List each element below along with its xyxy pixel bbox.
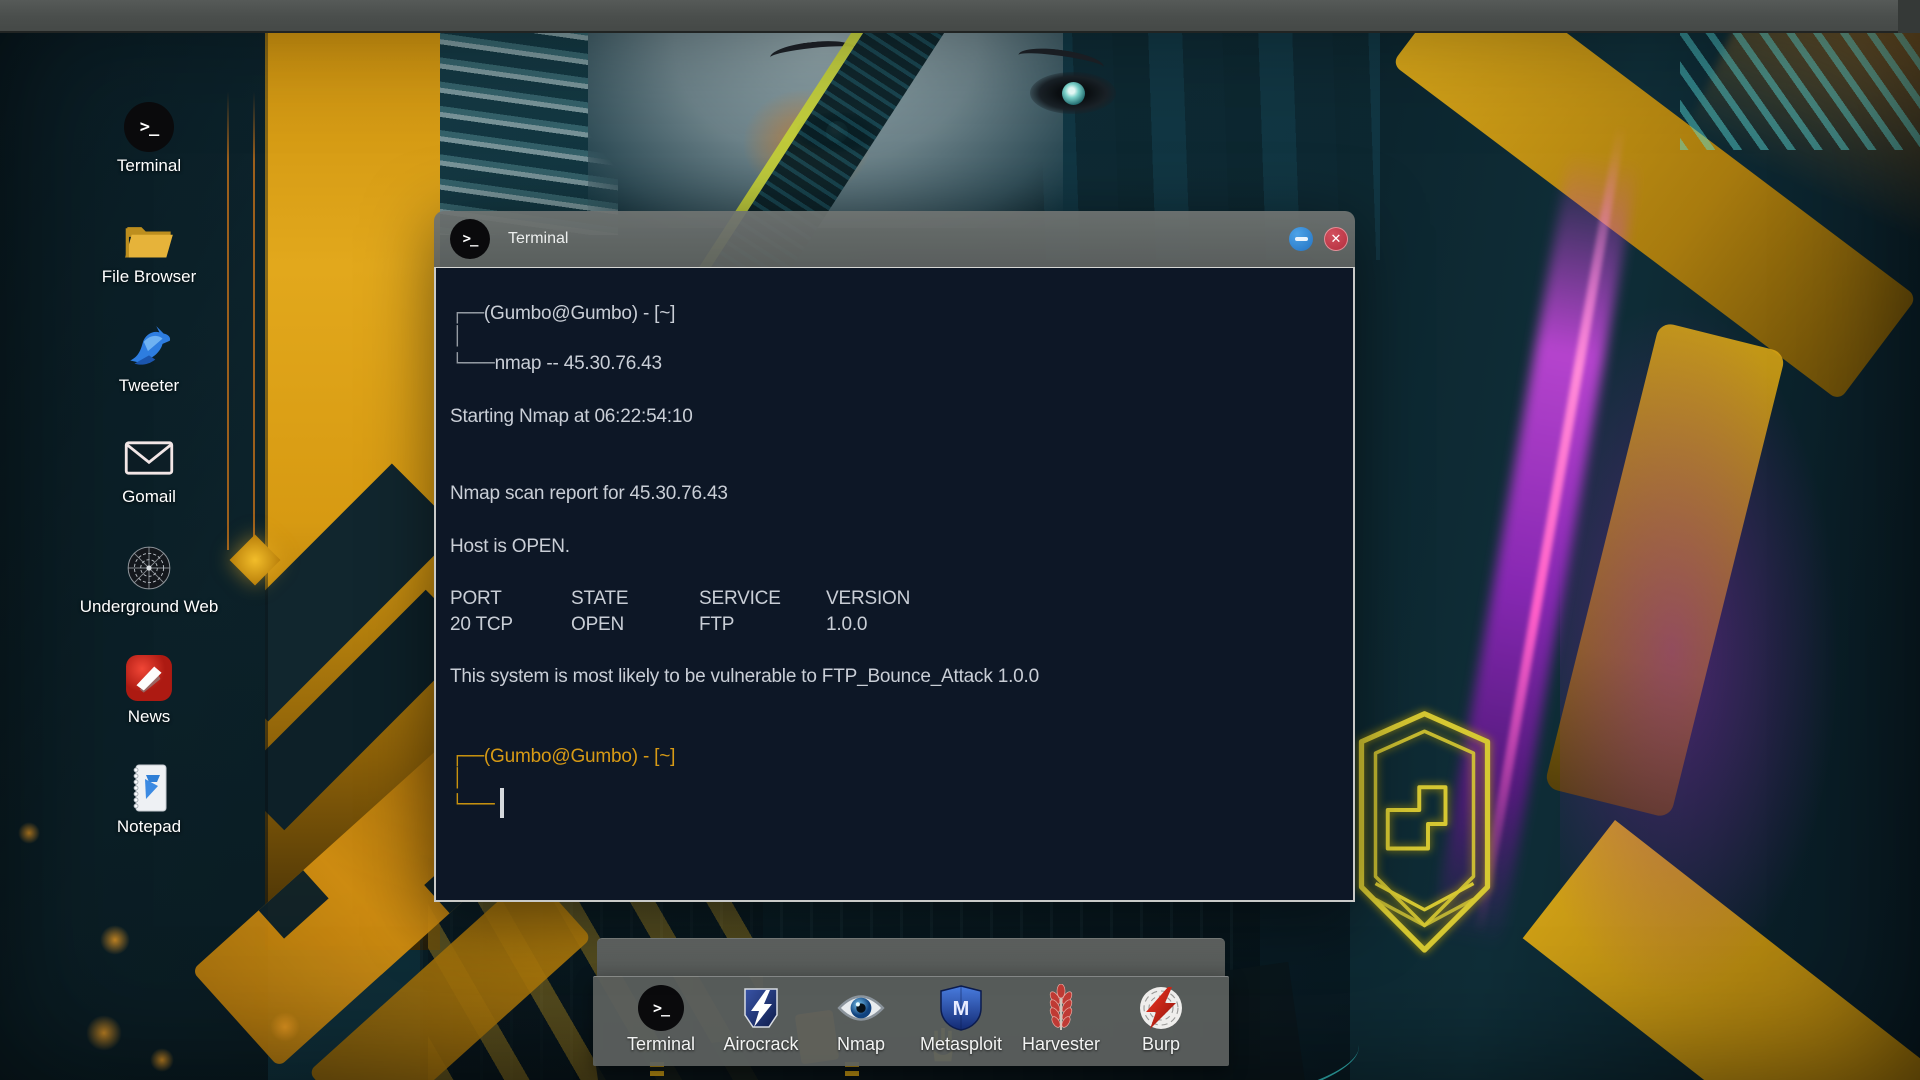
- desktop-icon-gomail[interactable]: Gomail: [59, 432, 239, 507]
- dock-item-label: Airocrack: [723, 1034, 799, 1054]
- terminal-icon: >_: [124, 101, 174, 153]
- minimize-button[interactable]: [1289, 227, 1313, 251]
- table-cell: OPEN: [571, 614, 625, 635]
- table-header: PORT: [450, 588, 502, 609]
- desktop-icon-news[interactable]: News: [59, 652, 239, 727]
- top-bar-notch: [1898, 0, 1920, 33]
- desktop: >_ Terminal File Browser Tweeter Gomail …: [0, 0, 1920, 1080]
- dock: >_ Terminal Airocrack Nmap M Metasploit …: [593, 976, 1229, 1066]
- table-cell: 20 TCP: [450, 614, 513, 635]
- output-line: Nmap scan report for 45.30.76.43: [450, 483, 728, 504]
- dock-item-label: Burp: [1141, 1034, 1181, 1054]
- desktop-icon-label: Terminal: [116, 156, 182, 175]
- notepad-icon: [127, 762, 171, 814]
- bird-icon: [124, 321, 174, 373]
- command-line: └───nmap -- 45.30.76.43: [452, 353, 662, 374]
- shield-m-icon: M: [939, 984, 983, 1032]
- table-header: VERSION: [826, 588, 911, 609]
- output-line: Starting Nmap at 06:22:54:10: [450, 406, 693, 427]
- desktop-icon-underground-web[interactable]: Underground Web: [59, 542, 239, 617]
- eye-icon: [836, 984, 886, 1032]
- table-header-row: PORT STATE SERVICE VERSION: [450, 588, 950, 614]
- dock-item-nmap[interactable]: Nmap: [811, 977, 911, 1066]
- top-bar: [0, 0, 1920, 33]
- close-button[interactable]: ✕: [1324, 227, 1348, 251]
- close-icon: ✕: [1330, 231, 1342, 247]
- envelope-icon: [123, 432, 175, 484]
- terminal-icon: >_: [450, 219, 490, 259]
- output-line: Host is OPEN.: [450, 536, 570, 557]
- table-row: 20 TCP OPEN FTP 1.0.0: [450, 614, 950, 640]
- desktop-icon-label: Gomail: [122, 487, 176, 506]
- web-icon: [124, 542, 174, 594]
- bolt-fingerprint-icon: [1138, 984, 1184, 1032]
- dock-item-harvester[interactable]: Harvester: [1011, 977, 1111, 1066]
- terminal-icon: >_: [638, 984, 684, 1032]
- desktop-icon-tweeter[interactable]: Tweeter: [59, 321, 239, 396]
- minimize-icon: [1294, 237, 1308, 241]
- wheat-icon: [1043, 984, 1079, 1032]
- svg-text:M: M: [953, 998, 970, 1020]
- dock-item-label: Harvester: [1021, 1034, 1101, 1054]
- desktop-icon-label: Notepad: [116, 817, 182, 836]
- table-header: SERVICE: [699, 588, 781, 609]
- dock-upper-bar: [597, 938, 1225, 976]
- window-title: Terminal: [508, 230, 569, 247]
- desktop-icon-terminal[interactable]: >_ Terminal: [59, 101, 239, 176]
- desktop-icon-label: File Browser: [101, 267, 197, 286]
- prompt-line: ┌──(Gumbo@Gumbo) - [~]: [452, 303, 676, 324]
- folder-icon: [123, 212, 175, 264]
- prompt-line: └───: [452, 788, 504, 820]
- news-icon: [125, 652, 173, 704]
- desktop-icon-label: News: [127, 707, 171, 726]
- dock-item-label: Metasploit: [919, 1034, 1003, 1054]
- desktop-icon-label: Underground Web: [79, 597, 219, 616]
- prompt-line: │: [452, 326, 463, 347]
- desktop-icon-file-browser[interactable]: File Browser: [59, 212, 239, 287]
- dock-item-burp[interactable]: Burp: [1111, 977, 1211, 1066]
- dock-item-airocrack[interactable]: Airocrack: [711, 977, 811, 1066]
- dock-item-terminal[interactable]: >_ Terminal: [611, 977, 711, 1066]
- table-cell: 1.0.0: [826, 614, 868, 635]
- terminal-titlebar[interactable]: >_ Terminal ✕: [434, 211, 1355, 267]
- terminal-window: >_ Terminal ✕ ┌──(Gumbo@Gumbo) - [~] │ └…: [434, 211, 1355, 902]
- desktop-icon-label: Tweeter: [118, 376, 180, 395]
- table-cell: FTP: [699, 614, 735, 635]
- table-header: STATE: [571, 588, 629, 609]
- terminal-output[interactable]: ┌──(Gumbo@Gumbo) - [~] │ └───nmap -- 45.…: [434, 267, 1355, 902]
- shield-lightning-icon: [739, 984, 783, 1032]
- dock-item-label: Nmap: [836, 1034, 885, 1054]
- prompt-line: ┌──(Gumbo@Gumbo) - [~]: [452, 746, 676, 767]
- dock-item-label: Terminal: [626, 1034, 696, 1054]
- dock-item-metasploit[interactable]: M Metasploit: [911, 977, 1011, 1066]
- terminal-cursor: [500, 788, 504, 818]
- output-line: This system is most likely to be vulnera…: [450, 666, 1039, 687]
- desktop-icon-notepad[interactable]: Notepad: [59, 762, 239, 837]
- prompt-line: │: [452, 768, 463, 789]
